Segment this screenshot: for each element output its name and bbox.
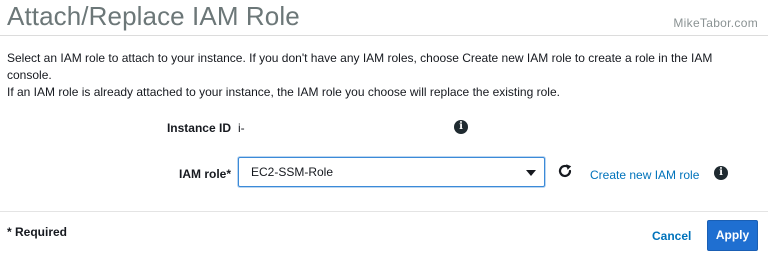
iam-role-select[interactable]: EC2-SSM-Role	[238, 157, 545, 187]
apply-button[interactable]: Apply	[707, 220, 758, 251]
instance-id-info-icon[interactable]: i	[454, 120, 468, 134]
description: Select an IAM role to attach to your ins…	[7, 50, 759, 101]
page-title: Attach/Replace IAM Role	[7, 1, 300, 31]
description-line-1: Select an IAM role to attach to your ins…	[7, 51, 713, 82]
description-line-2: If an IAM role is already attached to yo…	[7, 85, 560, 99]
create-new-iam-role-link[interactable]: Create new IAM role	[590, 168, 699, 182]
title-divider	[0, 35, 768, 36]
iam-role-label: IAM role*	[178, 167, 231, 181]
iam-role-selected-value: EC2-SSM-Role	[251, 165, 334, 179]
refresh-icon[interactable]	[557, 163, 573, 179]
required-note: * Required	[7, 225, 68, 239]
iam-role-info-icon[interactable]: i	[714, 166, 728, 180]
watermark: MikeTabor.com	[673, 16, 758, 30]
instance-id-label: Instance ID	[166, 121, 231, 135]
footer-divider	[0, 211, 768, 212]
chevron-down-icon	[526, 170, 536, 176]
instance-id-value: i-	[238, 121, 245, 135]
cancel-button[interactable]: Cancel	[652, 229, 691, 243]
